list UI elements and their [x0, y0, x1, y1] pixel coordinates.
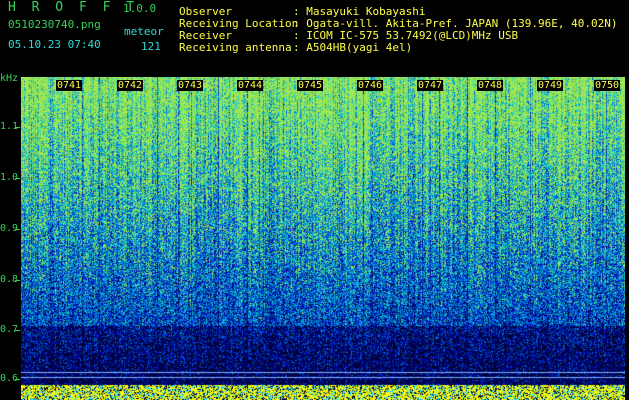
- date-time: 05.10.23 07:40: [8, 38, 101, 51]
- y-tick-mark: [15, 330, 20, 331]
- x-tick-label: 0744: [237, 80, 264, 91]
- y-tick-mark: [15, 280, 20, 281]
- spectrogram-canvas: [21, 77, 625, 400]
- header-panel: H R O F F T 1.0.0 0510230740.png 05.10.2…: [0, 0, 629, 72]
- x-tick-label: 0745: [297, 80, 324, 91]
- y-tick-mark: [15, 178, 20, 179]
- y-tick-mark: [15, 379, 20, 380]
- x-tick-label: 0750: [594, 80, 621, 91]
- x-tick-label: 0746: [357, 80, 384, 91]
- file-name: 0510230740.png: [8, 18, 101, 31]
- x-tick-label: 0748: [477, 80, 504, 91]
- antenna-label: Receiving antenna: [179, 41, 292, 54]
- x-tick-label: 0741: [56, 80, 83, 91]
- y-tick-mark: [15, 229, 20, 230]
- app-version: 1.0.0: [123, 2, 157, 15]
- y-tick-mark: [15, 127, 20, 128]
- meteor-count: 121: [141, 40, 161, 53]
- app-title: H R O F F T: [8, 0, 139, 15]
- antenna-value: : A504HB(yagi 4el): [293, 41, 413, 54]
- x-tick-label: 0742: [117, 80, 144, 91]
- x-tick-label: 0747: [417, 80, 444, 91]
- x-tick-label: 0743: [177, 80, 204, 91]
- x-tick-label: 0749: [537, 80, 564, 91]
- y-axis-unit: kHz: [0, 73, 19, 84]
- meteor-label: meteor: [124, 25, 164, 38]
